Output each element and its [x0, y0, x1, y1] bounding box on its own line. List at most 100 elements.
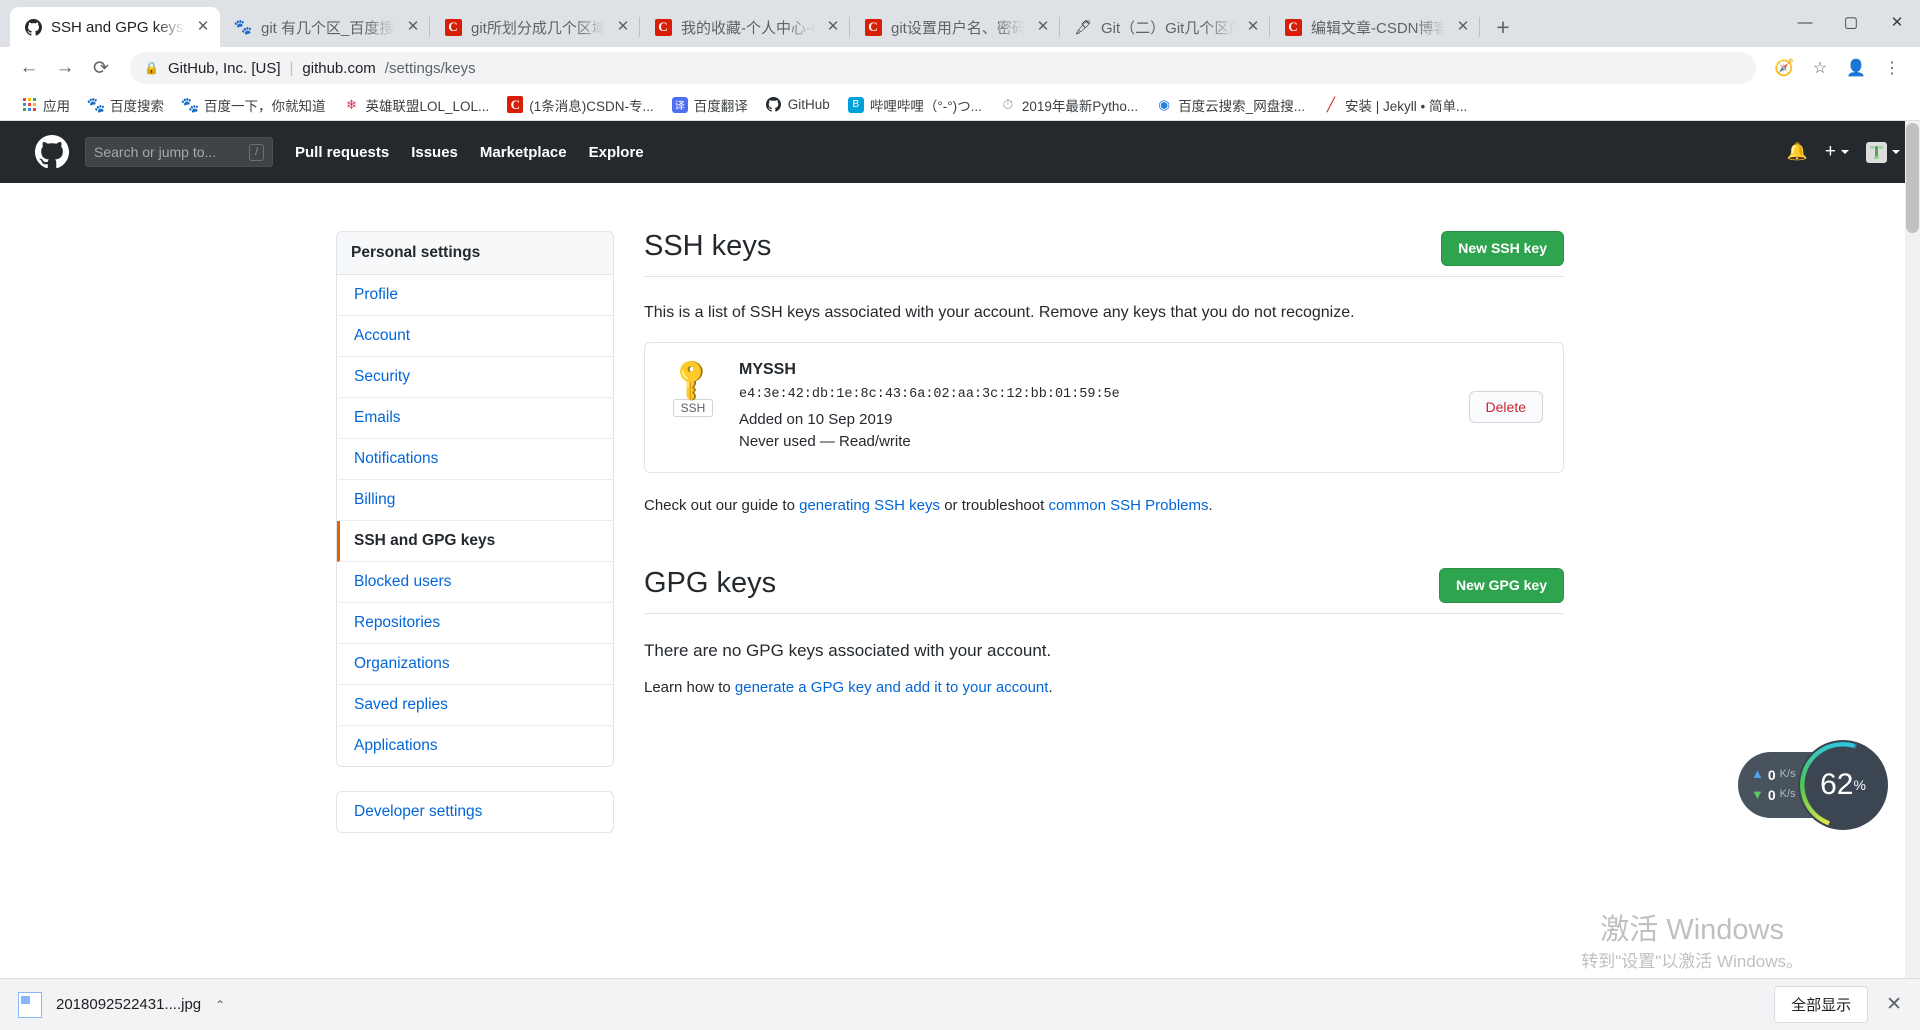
sidebar-item-ssh-and-gpg-keys[interactable]: SSH and GPG keys	[337, 521, 613, 562]
sidebar-item-developer-settings[interactable]: Developer settings	[337, 792, 613, 832]
sidebar-item-account[interactable]: Account	[337, 316, 613, 357]
address-separator: |	[289, 59, 294, 77]
sidebar-item-notifications[interactable]: Notifications	[337, 439, 613, 480]
cpu-usage-value: 62	[1820, 768, 1854, 801]
bookmark-baidu-search[interactable]: 🐾 百度搜索	[81, 92, 171, 118]
sidebar-item-profile[interactable]: Profile	[337, 275, 613, 316]
bookmark-baidu-translate[interactable]: 译 百度翻译	[665, 92, 755, 118]
generating-ssh-keys-link[interactable]: generating SSH keys	[799, 497, 940, 514]
bilibili-icon: B	[847, 96, 864, 113]
browser-tab-7[interactable]: C 编辑文章-CSDN博客 ✕	[1270, 7, 1480, 47]
new-ssh-key-button[interactable]: New SSH key	[1441, 231, 1564, 266]
github-main-nav: Pull requests Issues Marketplace Explore	[295, 144, 644, 161]
bookmark-apps[interactable]: 应用	[14, 92, 77, 118]
tab-close-icon[interactable]: ✕	[1034, 18, 1052, 36]
browser-tab-6[interactable]: 🖋 Git（二）Git几个区的 ✕	[1060, 7, 1270, 47]
help-middle: or troubleshoot	[940, 496, 1049, 514]
sidebar-item-organizations[interactable]: Organizations	[337, 644, 613, 685]
cpu-usage-widget[interactable]: 62 %	[1798, 740, 1888, 830]
github-mark-icon[interactable]	[35, 135, 69, 169]
menu-icon[interactable]: ⋮	[1876, 52, 1908, 84]
account-menu-button[interactable]	[1866, 141, 1900, 163]
sidebar-item-saved-replies[interactable]: Saved replies	[337, 685, 613, 726]
bell-icon[interactable]: 🔔	[1787, 142, 1808, 162]
browser-tab-1[interactable]: SSH and GPG keys ✕	[10, 7, 220, 47]
bookmark-bilibili[interactable]: B 哔哩哔哩（°-°)つ...	[841, 92, 989, 118]
site-identity: GitHub, Inc. [US]	[167, 59, 281, 77]
windows-activation-watermark: 激活 Windows 转到"设置"以激活 Windows。	[1581, 914, 1803, 972]
back-button[interactable]: ←	[12, 51, 46, 85]
github-icon	[766, 97, 782, 113]
sidebar-item-billing[interactable]: Billing	[337, 480, 613, 521]
reload-button[interactable]: ⟳	[84, 51, 118, 85]
tab-close-icon[interactable]: ✕	[1244, 18, 1262, 36]
bookmark-python-2019[interactable]: ⏱ 2019年最新Pytho...	[993, 92, 1145, 118]
maximize-button[interactable]: ▢	[1828, 0, 1874, 44]
sidebar-item-blocked-users[interactable]: Blocked users	[337, 562, 613, 603]
bookmark-label: 安装 | Jekyll • 简单...	[1344, 98, 1468, 114]
translate-icon[interactable]: 🧭	[1768, 52, 1800, 84]
bookmark-lol[interactable]: ❄ 英雄联盟LOL_LOL...	[337, 92, 497, 118]
show-all-downloads-button[interactable]: 全部显示	[1774, 986, 1869, 1023]
nav-pull-requests[interactable]: Pull requests	[295, 144, 389, 161]
nav-marketplace[interactable]: Marketplace	[480, 144, 567, 161]
bookmark-label: (1条消息)CSDN-专...	[529, 98, 654, 114]
github-header: Search or jump to... / Pull requests Iss…	[0, 121, 1920, 183]
close-window-button[interactable]: ✕	[1874, 0, 1920, 44]
upload-speed-row: ▲ 0 K/s	[1751, 765, 1796, 785]
csdn-icon: C	[864, 18, 882, 36]
nav-issues[interactable]: Issues	[411, 144, 458, 161]
url-path: /settings/keys	[384, 59, 476, 77]
minimize-button[interactable]: —	[1782, 0, 1828, 44]
csdn-icon: C	[654, 18, 672, 36]
personal-settings-card: Personal settings Profile Account Securi…	[336, 231, 614, 767]
tab-title: Git（二）Git几个区的	[1101, 19, 1235, 37]
github-icon	[24, 18, 42, 36]
generate-gpg-key-link[interactable]: generate a GPG key and add it to your ac…	[735, 679, 1049, 696]
sidebar-item-emails[interactable]: Emails	[337, 398, 613, 439]
browser-tab-2[interactable]: 🐾 git 有几个区_百度搜索 ✕	[220, 7, 430, 47]
sidebar-item-applications[interactable]: Applications	[337, 726, 613, 766]
bookmark-pan-search[interactable]: ◉ 百度云搜索_网盘搜...	[1149, 92, 1312, 118]
star-icon[interactable]: ☆	[1804, 52, 1836, 84]
download-file-name: 2018092522431....jpg	[56, 996, 202, 1013]
new-gpg-key-button[interactable]: New GPG key	[1438, 567, 1564, 603]
tab-close-icon[interactable]: ✕	[404, 18, 422, 36]
bookmark-csdn[interactable]: C (1条消息)CSDN-专...	[500, 92, 661, 118]
tab-close-icon[interactable]: ✕	[824, 18, 842, 36]
network-speed-rows: ▲ 0 K/s ▼ 0 K/s	[1751, 765, 1796, 806]
bookmark-jekyll[interactable]: ╱ 安装 | Jekyll • 简单...	[1316, 92, 1474, 118]
sidebar-item-security[interactable]: Security	[337, 357, 613, 398]
download-bar-actions: 全部显示 ✕	[1774, 986, 1902, 1023]
profile-icon[interactable]: 👤	[1840, 52, 1872, 84]
chevron-up-icon[interactable]: ⌃	[215, 998, 225, 1012]
bookmark-github[interactable]: GitHub	[759, 94, 837, 116]
ssh-key-icon-column: 🔑 SSH	[665, 355, 721, 417]
close-download-bar-icon[interactable]: ✕	[1886, 993, 1902, 1016]
search-shortcut-hint: /	[248, 143, 264, 161]
browser-tab-4[interactable]: C 我的收藏-个人中心-CS ✕	[640, 7, 850, 47]
scrollbar-thumb[interactable]	[1906, 123, 1919, 233]
bookmark-baidu-yixia[interactable]: 🐾 百度一下，你就知道	[175, 92, 333, 118]
ssh-key-title: MYSSH	[739, 360, 796, 378]
tab-close-icon[interactable]: ✕	[1454, 18, 1472, 36]
browser-tab-5[interactable]: C git设置用户名、密码、 ✕	[850, 7, 1060, 47]
browser-tab-3[interactable]: C git所划分成几个区域， ✕	[430, 7, 640, 47]
new-tab-button[interactable]: +	[1486, 10, 1520, 44]
ssh-key-fingerprint: e4:3e:42:db:1e:8c:43:6a:02:aa:3c:12:bb:0…	[739, 386, 1120, 402]
developer-settings-card: Developer settings	[336, 791, 614, 833]
create-new-button[interactable]: +	[1825, 141, 1849, 163]
search-placeholder: Search or jump to...	[94, 144, 217, 160]
address-bar[interactable]: 🔒 GitHub, Inc. [US] | github.com/setting…	[130, 52, 1756, 84]
search-input[interactable]: Search or jump to... /	[85, 137, 273, 167]
delete-ssh-key-button[interactable]: Delete	[1468, 391, 1543, 424]
common-ssh-problems-link[interactable]: common SSH Problems	[1048, 497, 1208, 514]
page-scrollbar[interactable]	[1905, 121, 1920, 1030]
forward-button[interactable]: →	[48, 51, 82, 85]
download-item[interactable]: 2018092522431....jpg ⌃	[18, 991, 225, 1018]
tab-close-icon[interactable]: ✕	[614, 18, 632, 36]
tab-close-icon[interactable]: ✕	[194, 18, 212, 36]
nav-explore[interactable]: Explore	[589, 144, 644, 161]
ssh-help-text: Check out our guide to generating SSH ke…	[644, 497, 1564, 514]
sidebar-item-repositories[interactable]: Repositories	[337, 603, 613, 644]
